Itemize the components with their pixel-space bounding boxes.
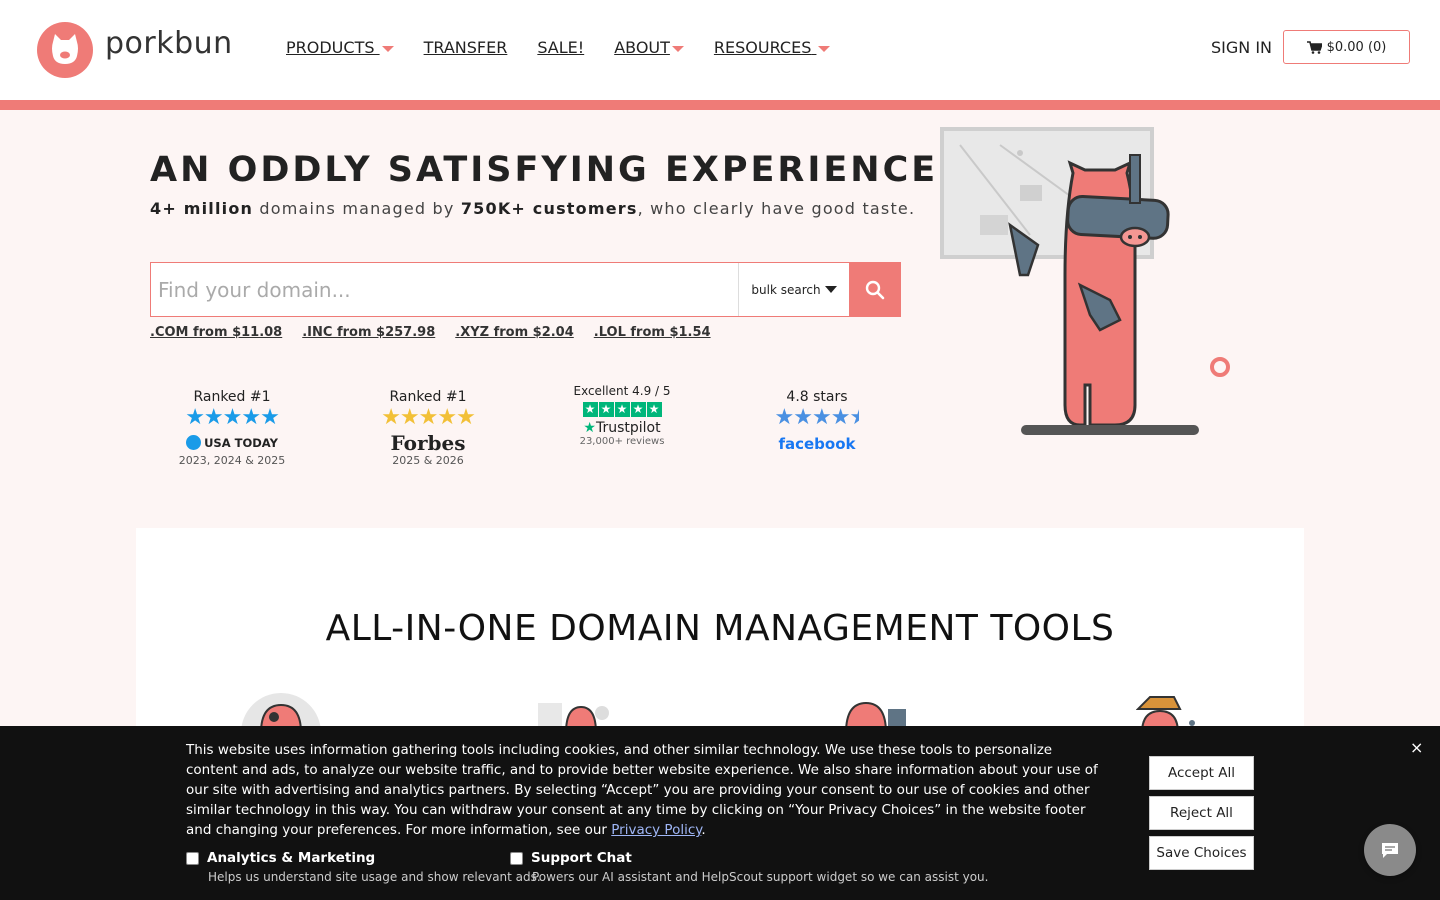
nav-resources-label: RESOURCES: [713, 38, 812, 57]
cart-button[interactable]: $0.00 (0): [1283, 30, 1410, 64]
trustpilot-star-icon: ★: [583, 420, 596, 436]
chat-widget-button[interactable]: [1364, 824, 1416, 876]
analytics-description: Helps us understand site usage and show …: [208, 870, 541, 884]
rating-trustpilot: Excellent 4.9 / 5 ★ ★ ★ ★ ★ ★Trustpilot …: [562, 384, 682, 447]
analytics-checkbox-label: Analytics & Marketing: [207, 850, 376, 866]
hero-title: AN ODDLY SATISFYING EXPERIENCE.: [150, 150, 955, 190]
rating-forbes: Ranked #1 ★★★★★ Forbes 2025 & 2026: [368, 389, 488, 467]
nav-products-label: PRODUCTS: [286, 38, 375, 57]
nav-about[interactable]: ABOUT: [614, 38, 684, 57]
site-header: porkbun PRODUCTS TRANSFER SALE! ABOUT RE…: [0, 0, 1440, 100]
rating-title: Ranked #1: [389, 389, 467, 405]
close-icon[interactable]: ×: [1410, 738, 1423, 757]
cookie-message: This website uses information gathering …: [186, 740, 1101, 840]
reject-all-button[interactable]: Reject All: [1149, 796, 1254, 830]
privacy-policy-link[interactable]: Privacy Policy: [611, 822, 701, 838]
rating-title: Ranked #1: [193, 389, 271, 405]
nav-products[interactable]: PRODUCTS: [286, 38, 394, 57]
nav-resources[interactable]: RESOURCES: [714, 38, 831, 57]
rating-years: 23,000+ reviews: [579, 436, 665, 447]
accept-all-button[interactable]: Accept All: [1149, 756, 1254, 790]
chevron-down-icon: [381, 45, 394, 52]
support-chat-checkbox-row[interactable]: Support Chat: [510, 850, 632, 866]
rating-title: 4.8 stars: [786, 389, 848, 405]
star-rating-icon: ★★★★★: [381, 405, 476, 430]
tld-link-lol[interactable]: .LOL from $1.54: [594, 325, 711, 340]
hero-sub-end: , who clearly have good taste.: [637, 199, 916, 218]
search-icon: [865, 280, 885, 299]
tld-price-links: .COM from $11.08 .INC from $257.98 .XYZ …: [150, 325, 711, 340]
trustpilot-stars-icon: ★ ★ ★ ★ ★: [562, 402, 682, 417]
cookie-consent-banner: This website uses information gathering …: [0, 726, 1440, 900]
bulk-search-dropdown[interactable]: bulk search: [738, 263, 849, 316]
facebook-logo: facebook: [778, 435, 856, 453]
pig-vr-illustration: [940, 125, 1240, 449]
sign-in-link[interactable]: SIGN IN: [1211, 38, 1272, 57]
star-rating-icon: ★★★★★: [774, 405, 860, 430]
usatoday-logo: USA TODAY: [172, 435, 292, 450]
support-chat-checkbox-label: Support Chat: [531, 850, 632, 866]
forbes-logo: Forbes: [390, 431, 466, 455]
cart-total: $0.00 (0): [1326, 39, 1387, 55]
rating-facebook: 4.8 stars ★★★★★ facebook: [757, 389, 877, 453]
usatoday-brand-label: USA TODAY: [204, 435, 278, 450]
support-chat-checkbox[interactable]: [510, 851, 523, 865]
nav-sale[interactable]: SALE!: [537, 38, 584, 57]
hero-sub-text: domains managed by: [253, 199, 461, 218]
tld-link-com[interactable]: .COM from $11.08: [150, 325, 282, 340]
chevron-down-icon: [818, 45, 831, 52]
domains-count: 4+ million: [150, 199, 254, 218]
cookie-message-end: .: [701, 822, 706, 838]
rating-title: Excellent 4.9 / 5: [573, 384, 671, 398]
hero-subtitle: 4+ million domains managed by 750K+ cust…: [150, 199, 915, 218]
trustpilot-logo: ★Trustpilot: [562, 420, 682, 436]
nav-transfer-label: TRANSFER: [423, 38, 508, 57]
trustpilot-brand-label: Trustpilot: [595, 420, 661, 436]
domain-search-input[interactable]: [151, 263, 738, 316]
chevron-down-icon: [671, 45, 684, 52]
save-choices-button[interactable]: Save Choices: [1149, 836, 1254, 870]
rating-usatoday: Ranked #1 ★★★★★ USA TODAY 2023, 2024 & 2…: [172, 389, 292, 467]
tools-section-title: ALL-IN-ONE DOMAIN MANAGEMENT TOOLS: [325, 608, 1115, 649]
rating-years: 2023, 2024 & 2025: [178, 454, 286, 467]
customers-count: 750K+ customers: [460, 199, 638, 218]
header-accent-bar: [0, 100, 1440, 110]
star-rating-icon: ★★★★★: [185, 405, 280, 430]
chat-bubble-icon: [1382, 843, 1398, 858]
domain-search: bulk search: [150, 262, 901, 317]
cart-icon: [1306, 40, 1322, 54]
tld-link-inc[interactable]: .INC from $257.98: [302, 325, 435, 340]
nav-sale-label: SALE!: [537, 38, 585, 57]
bulk-search-label: bulk search: [751, 282, 821, 297]
porkbun-logo-icon[interactable]: [37, 22, 93, 78]
main-nav: PRODUCTS TRANSFER SALE! ABOUT RESOURCES: [286, 38, 831, 57]
analytics-checkbox[interactable]: [186, 851, 199, 865]
search-button[interactable]: [849, 262, 901, 317]
chevron-down-icon: [824, 286, 837, 293]
tld-link-xyz[interactable]: .XYZ from $2.04: [455, 325, 574, 340]
brand-name[interactable]: porkbun: [105, 26, 233, 61]
rating-years: 2025 & 2026: [392, 454, 464, 467]
nav-about-label: ABOUT: [614, 38, 670, 57]
usatoday-dot-icon: [186, 435, 202, 450]
analytics-checkbox-row[interactable]: Analytics & Marketing: [186, 850, 375, 866]
support-chat-description: Powers our AI assistant and HelpScout su…: [532, 870, 989, 884]
nav-transfer[interactable]: TRANSFER: [424, 38, 508, 57]
